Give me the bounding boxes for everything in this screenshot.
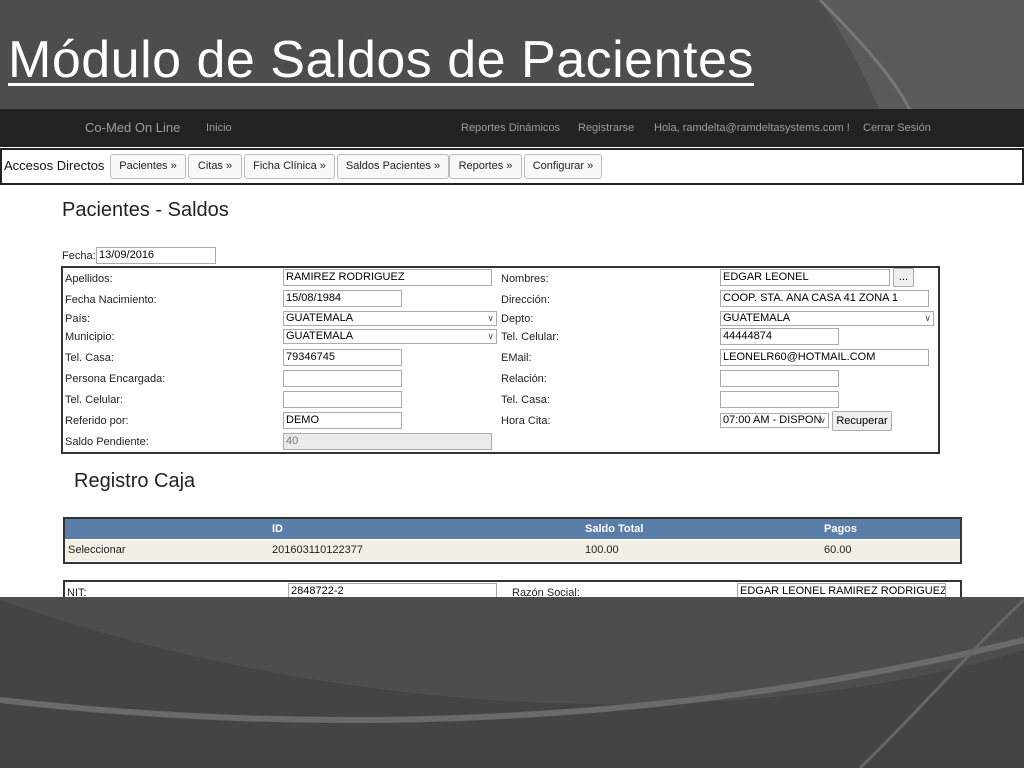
pais-select[interactable]: GUATEMALA ∨ (283, 311, 497, 326)
encargado-tel-casa-label: Tel. Casa: (501, 394, 550, 406)
app-screenshot: Co-Med On Line Inicio Reportes Dinámicos… (0, 109, 1024, 597)
table-row: Seleccionar 201603110122377 100.00 60.00 (65, 540, 960, 561)
recuperar-button[interactable]: Recuperar (832, 411, 892, 431)
email-input[interactable]: LEONELR60@HOTMAIL.COM (720, 349, 929, 366)
top-navbar: Co-Med On Line Inicio Reportes Dinámicos… (0, 109, 1024, 147)
quick-pacientes-button[interactable]: Pacientes » (110, 154, 186, 179)
nit-label: NIT: (67, 587, 87, 597)
quick-access-label: Accesos Directos (4, 158, 105, 173)
pais-label: País: (65, 313, 91, 325)
chevron-down-icon: ∨ (819, 415, 826, 425)
referido-input[interactable]: DEMO (283, 412, 402, 429)
relacion-input[interactable] (720, 370, 839, 387)
page-title: Pacientes - Saldos (62, 199, 229, 221)
nombres-input[interactable]: EDGAR LEONEL (720, 269, 890, 286)
quick-configurar-button[interactable]: Configurar » (524, 154, 602, 179)
row-select-link[interactable]: Seleccionar (68, 540, 125, 561)
encargado-tel-celular-label: Tel. Celular: (65, 394, 124, 406)
quick-reportes-button[interactable]: Reportes » (449, 154, 522, 179)
patient-lookup-button[interactable]: ... (893, 268, 914, 287)
quick-access-bar: Accesos Directos Pacientes » Citas » Fic… (0, 148, 1024, 185)
municipio-label: Municipio: (65, 331, 115, 343)
persona-encargada-label: Persona Encargada: (65, 373, 166, 385)
hora-cita-select-value: 07:00 AM - DISPON (723, 414, 822, 426)
razon-social-input[interactable]: EDGAR LEONEL RAMIREZ RODRIGUEZ (737, 583, 946, 597)
fecha-label: Fecha: (62, 250, 96, 262)
nav-logout-link[interactable]: Cerrar Sesión (863, 109, 931, 147)
quick-saldos-pacientes-button[interactable]: Saldos Pacientes » (337, 154, 449, 179)
fecha-nacimiento-label: Fecha Nacimiento: (65, 294, 157, 306)
razon-social-label: Razón Social: (512, 587, 580, 597)
chevron-down-icon: ∨ (487, 313, 494, 323)
encargado-tel-celular-input[interactable] (283, 391, 402, 408)
saldo-pendiente-label: Saldo Pendiente: (65, 436, 149, 448)
col-saldo-total-header: Saldo Total (585, 523, 644, 535)
hora-cita-select[interactable]: 07:00 AM - DISPON ∨ (720, 413, 829, 428)
depto-select-value: GUATEMALA (723, 312, 791, 324)
col-id-header: ID (272, 523, 283, 535)
nav-reports-link[interactable]: Reportes Dinámicos (461, 109, 560, 147)
apellidos-input[interactable]: RAMIREZ RODRIGUEZ (283, 269, 492, 286)
referido-label: Referido por: (65, 415, 129, 427)
col-pagos-header: Pagos (824, 523, 858, 535)
row-id-cell: 201603110122377 (272, 544, 363, 556)
municipio-select[interactable]: GUATEMALA ∨ (283, 329, 497, 344)
depto-select[interactable]: GUATEMALA ∨ (720, 311, 934, 326)
slide-title: Módulo de Saldos de Pacientes (8, 31, 754, 89)
nav-register-link[interactable]: Registrarse (578, 109, 634, 147)
email-label: EMail: (501, 352, 532, 364)
chevron-down-icon: ∨ (924, 313, 931, 323)
nombres-label: Nombres: (501, 273, 549, 285)
tel-casa-label: Tel. Casa: (65, 352, 114, 364)
direccion-label: Dirección: (501, 294, 550, 306)
chevron-down-icon: ∨ (487, 331, 494, 341)
quick-citas-button[interactable]: Citas » (188, 154, 242, 179)
nav-user-greeting[interactable]: Hola, ramdelta@ramdeltasystems.com ! (654, 109, 850, 147)
quick-ficha-clinica-button[interactable]: Ficha Clínica » (244, 154, 335, 179)
tel-celular-input[interactable]: 44444874 (720, 328, 839, 345)
caja-grid-header: ID Saldo Total Pagos (65, 519, 960, 539)
nit-input[interactable]: 2848722-2 (288, 583, 497, 597)
fecha-input[interactable]: 13/09/2016 (96, 247, 216, 264)
apellidos-label: Apellidos: (65, 273, 113, 285)
relacion-label: Relación: (501, 373, 547, 385)
tel-celular-label: Tel. Celular: (501, 331, 560, 343)
encargado-tel-casa-input[interactable] (720, 391, 839, 408)
nav-home-link[interactable]: Inicio (206, 109, 232, 147)
hora-cita-label: Hora Cita: (501, 415, 551, 427)
persona-encargada-input[interactable] (283, 370, 402, 387)
fecha-nacimiento-input[interactable]: 15/08/1984 (283, 290, 402, 307)
tel-casa-input[interactable]: 79346745 (283, 349, 402, 366)
row-saldo-total-cell: 100.00 (585, 544, 619, 556)
municipio-select-value: GUATEMALA (286, 330, 354, 342)
pais-select-value: GUATEMALA (286, 312, 354, 324)
depto-label: Depto: (501, 313, 534, 325)
brand-link[interactable]: Co-Med On Line (85, 109, 180, 147)
direccion-input[interactable]: COOP. STA. ANA CASA 41 ZONA 1 (720, 290, 929, 307)
row-pagos-cell: 60.00 (824, 544, 852, 556)
saldo-pendiente-input: 40 (283, 433, 492, 450)
registro-caja-title: Registro Caja (74, 470, 196, 492)
